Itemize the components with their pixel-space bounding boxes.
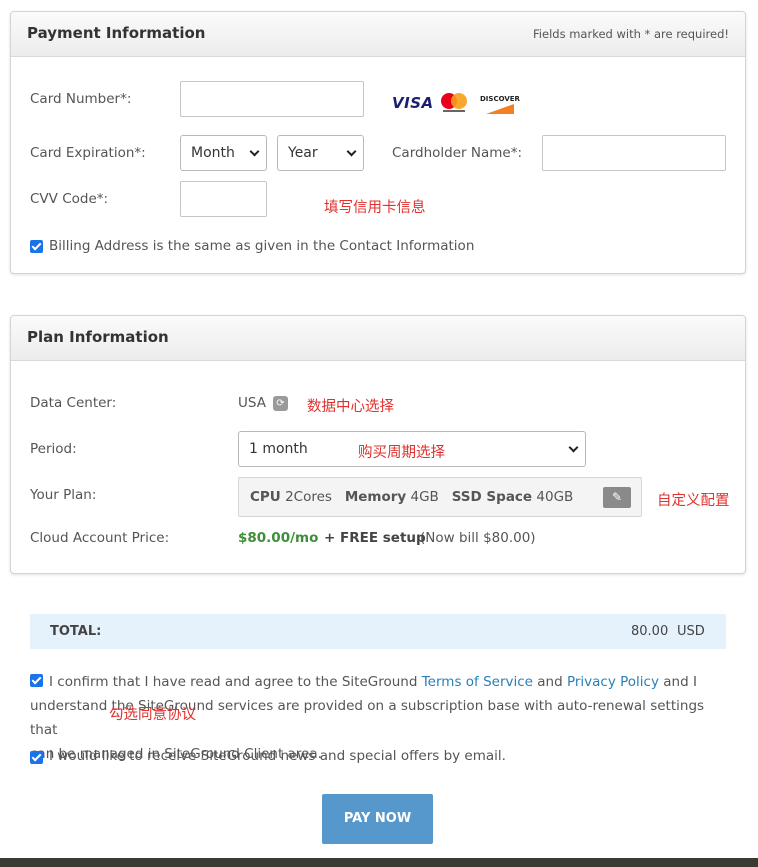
month-select[interactable]: Month [180, 135, 267, 171]
billing-same-label: Billing Address is the same as given in … [49, 238, 475, 254]
chevron-down-icon [346, 146, 357, 157]
total-currency: USD [677, 624, 705, 639]
payment-annotation: 填写信用卡信息 [324, 200, 426, 216]
data-center-label: Data Center: [30, 395, 117, 411]
cvv-label: CVV Code*: [30, 191, 109, 207]
total-bar: TOTAL: 80.00 USD [30, 614, 726, 649]
required-note: Fields marked with * are required! [533, 27, 729, 41]
plan-title: Plan Information [27, 328, 169, 346]
month-select-value: Month [191, 145, 235, 161]
mastercard-icon [441, 92, 467, 116]
tos-and-i: and I [663, 674, 697, 690]
cardholder-label: Cardholder Name*: [392, 145, 522, 161]
period-annotation: 购买周期选择 [358, 445, 445, 461]
agreement-annotation: 勾选同意协议 [109, 707, 196, 723]
plan-annotation: 自定义配置 [657, 493, 730, 509]
ssd-value: 40GB [536, 489, 574, 505]
card-expiration-label: Card Expiration*: [30, 145, 146, 161]
total-amount: 80.00 [631, 624, 669, 639]
ssd-label: SSD Space [451, 489, 533, 505]
tos-and: and [537, 674, 563, 690]
billing-same-checkbox[interactable] [30, 240, 43, 253]
free-setup-text: + FREE setup [324, 530, 426, 546]
cardholder-input[interactable] [542, 135, 726, 171]
period-select-value: 1 month [249, 441, 308, 457]
year-select[interactable]: Year [277, 135, 364, 171]
price-label: Cloud Account Price: [30, 530, 170, 546]
card-number-input[interactable] [180, 81, 364, 117]
discover-icon: DISCOVER [480, 92, 520, 114]
cpu-label: CPU [250, 489, 281, 505]
chevron-down-icon [568, 442, 579, 453]
plan-specs: CPU 2Cores Memory 4GB SSD Space 40GB [250, 489, 573, 505]
card-number-label: Card Number*: [30, 91, 132, 107]
page-footer-strip [0, 858, 758, 867]
price-value: $80.00/mo [238, 530, 319, 546]
total-label: TOTAL: [50, 624, 102, 639]
tos-prefix: I confirm that I have read and agree to … [49, 674, 418, 690]
data-center-annotation: 数据中心选择 [307, 399, 394, 415]
privacy-policy-link[interactable]: Privacy Policy [567, 674, 659, 690]
cvv-input[interactable] [180, 181, 267, 217]
pay-now-button[interactable]: PAY NOW [322, 794, 433, 844]
chevron-down-icon [249, 146, 260, 157]
terms-of-service-link[interactable]: Terms of Service [422, 674, 533, 690]
plan-panel-header: Plan Information [11, 316, 745, 361]
edit-plan-button[interactable]: ✎ [603, 487, 631, 508]
year-select-value: Year [288, 145, 318, 161]
memory-value: 4GB [410, 489, 439, 505]
newsletter-label: I would like to receive SiteGround news … [49, 748, 506, 764]
cpu-value: 2Cores [285, 489, 332, 505]
data-center-value: USA [238, 395, 266, 411]
memory-label: Memory [344, 489, 407, 505]
change-data-center-icon[interactable]: ⟳ [273, 396, 288, 411]
visa-icon: VISA [392, 94, 434, 112]
newsletter-checkbox[interactable] [30, 751, 43, 764]
bill-note: (Now bill $80.00) [420, 530, 536, 546]
payment-title: Payment Information [27, 24, 206, 42]
payment-panel-header: Payment Information Fields marked with *… [11, 12, 745, 57]
period-label: Period: [30, 441, 77, 457]
your-plan-label: Your Plan: [30, 487, 97, 503]
plan-summary: CPU 2Cores Memory 4GB SSD Space 40GB ✎ [238, 477, 642, 517]
